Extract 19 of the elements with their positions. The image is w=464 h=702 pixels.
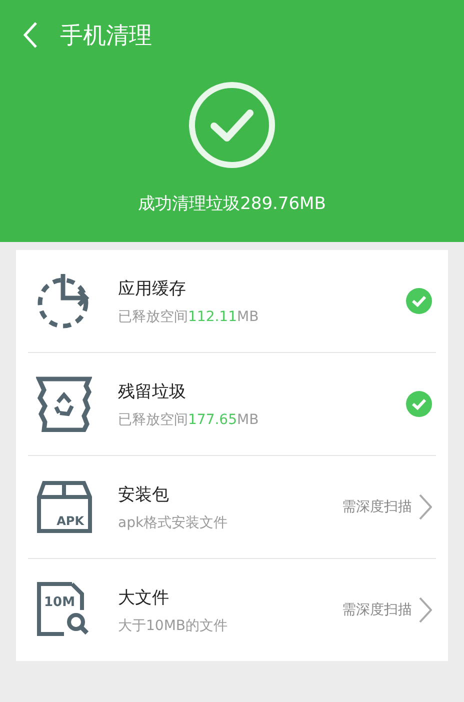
- item-title: 应用缓存: [118, 278, 187, 300]
- item-detail: apk格式安装文件: [118, 514, 229, 532]
- page-title: 手机清理: [60, 22, 152, 50]
- check-icon: [406, 391, 432, 417]
- item-detail: 已释放空间177.65MB: [118, 410, 260, 428]
- cleaned-summary: 成功清理垃圾289.76MB: [138, 193, 326, 215]
- check-icon: [406, 288, 432, 314]
- deep-scan-label: 需深度扫描: [342, 498, 412, 516]
- item-title: 安装包: [118, 484, 170, 506]
- item-title: 残留垃圾: [118, 380, 187, 402]
- back-icon[interactable]: [22, 21, 38, 49]
- chevron-right-icon[interactable]: [418, 597, 432, 623]
- deep-scan-label: 需深度扫描: [342, 601, 412, 619]
- item-detail: 已释放空间112.11MB: [118, 308, 260, 326]
- item-title: 大文件: [118, 586, 170, 608]
- chevron-right-icon[interactable]: [418, 494, 432, 520]
- success-check-icon: [187, 80, 277, 170]
- trash-icon: [36, 376, 92, 432]
- item-detail: 大于10MB的文件: [118, 616, 228, 634]
